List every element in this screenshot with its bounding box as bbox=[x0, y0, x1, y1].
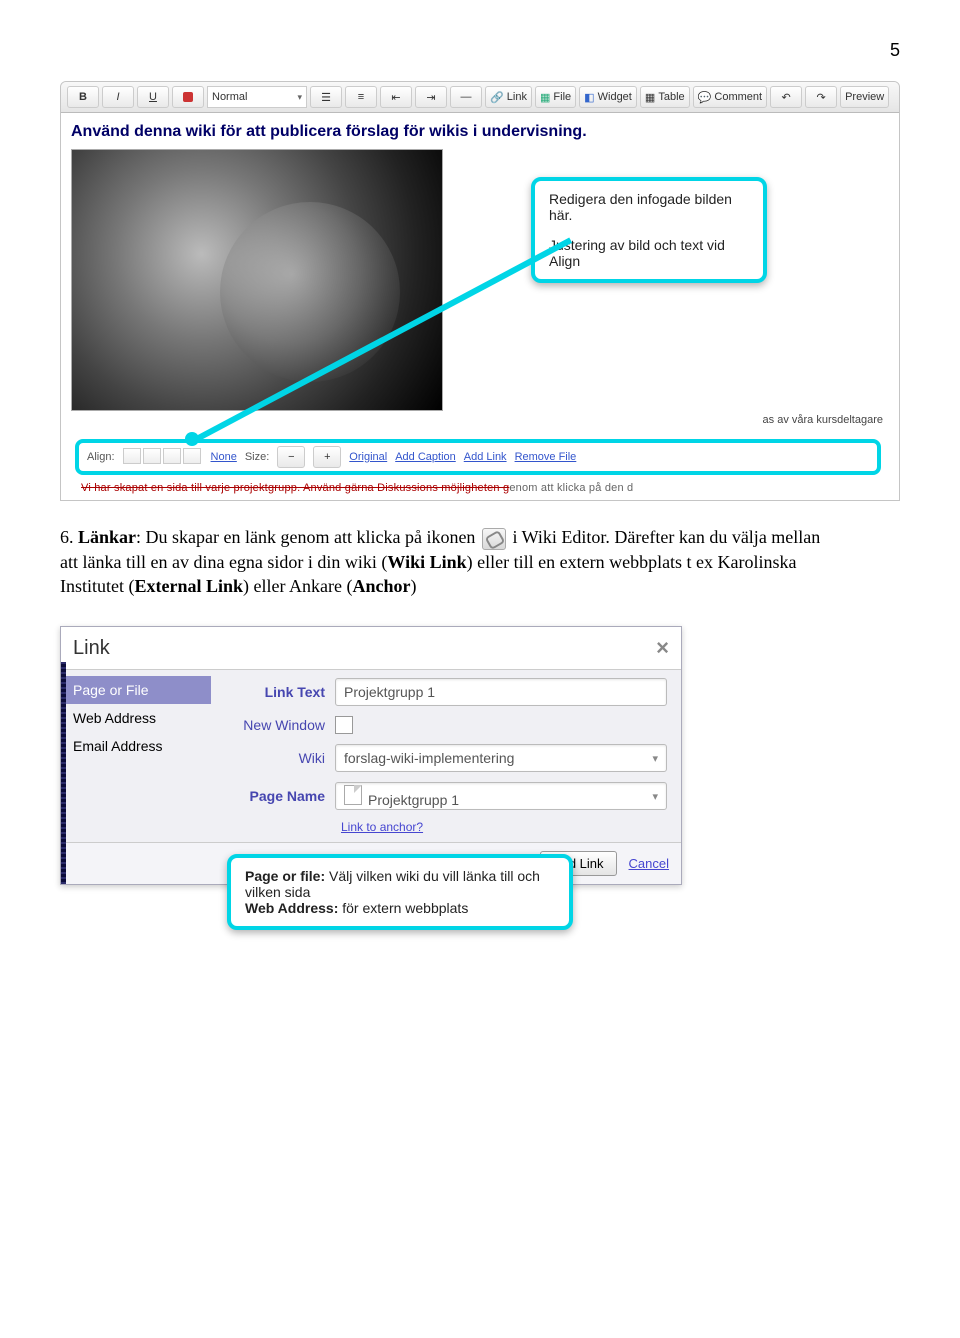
add-caption-link[interactable]: Add Caption bbox=[395, 451, 456, 463]
outdent-button[interactable]: ⇤ bbox=[380, 86, 412, 108]
undo-button[interactable]: ↶ bbox=[770, 86, 802, 108]
size-increase-button[interactable]: + bbox=[313, 446, 341, 468]
dialog-title: Link bbox=[73, 637, 110, 660]
sidebar-item-email-address[interactable]: Email Address bbox=[61, 732, 211, 760]
instruction-paragraph: 6. Länkar: Du skapar en länk genom att k… bbox=[60, 525, 840, 598]
indent-button[interactable]: ⇥ bbox=[415, 86, 447, 108]
comment-button[interactable]: 💬 Comment bbox=[693, 86, 767, 108]
size-label: Size: bbox=[245, 451, 269, 463]
page-number: 5 bbox=[60, 40, 900, 61]
sidebar-item-web-address[interactable]: Web Address bbox=[61, 704, 211, 732]
editor-screenshot: B I U Normal ☰ ≡ ⇤ ⇥ — 🔗 Link ▦ File ◧ W… bbox=[60, 81, 900, 501]
content-heading: Använd denna wiki för att publicera förs… bbox=[71, 123, 889, 141]
new-window-checkbox[interactable] bbox=[335, 716, 353, 734]
cancel-link[interactable]: Cancel bbox=[629, 856, 669, 871]
comment-icon: 💬 bbox=[698, 91, 712, 104]
align-label: Align: bbox=[87, 451, 115, 463]
decorative-strip bbox=[61, 662, 66, 884]
callout-text: Redigera den infogade bilden här. bbox=[549, 191, 749, 223]
bold-button[interactable]: B bbox=[67, 86, 99, 108]
widget-button[interactable]: ◧ Widget bbox=[579, 86, 637, 108]
dialog-sidebar: Page or File Web Address Email Address bbox=[61, 670, 211, 842]
sidebar-item-page-or-file[interactable]: Page or File bbox=[61, 676, 211, 704]
link-icon bbox=[482, 528, 506, 550]
hr-button[interactable]: — bbox=[450, 86, 482, 108]
callout-text: Justering av bild och text vid Align bbox=[549, 237, 749, 269]
editor-body: Använd denna wiki för att publicera förs… bbox=[61, 113, 899, 500]
link-button[interactable]: 🔗 Link bbox=[485, 86, 532, 108]
dialog-form: Link Text Projektgrupp 1 New Window Wiki… bbox=[211, 670, 681, 842]
annotation-callout-dialog: Page or file: Välj vilken wiki du vill l… bbox=[227, 854, 573, 930]
new-window-label: New Window bbox=[215, 717, 325, 733]
link-text-input[interactable]: Projektgrupp 1 bbox=[335, 678, 667, 706]
link-dialog: Link × Page or File Web Address Email Ad… bbox=[60, 626, 682, 885]
editor-toolbar: B I U Normal ☰ ≡ ⇤ ⇥ — 🔗 Link ▦ File ◧ W… bbox=[61, 82, 899, 113]
background-text-fragment: Vi har skapat en sida till varje projekt… bbox=[71, 479, 889, 500]
ordered-list-button[interactable]: ☰ bbox=[310, 86, 342, 108]
size-original[interactable]: Original bbox=[349, 451, 387, 463]
inserted-image[interactable] bbox=[71, 149, 443, 411]
file-button[interactable]: ▦ File bbox=[535, 86, 576, 108]
remove-file-link[interactable]: Remove File bbox=[515, 451, 577, 463]
image-edit-toolbar: Align: None Size: − + Original Add Capti… bbox=[79, 443, 877, 471]
add-link-link[interactable]: Add Link bbox=[464, 451, 507, 463]
page-icon bbox=[344, 785, 362, 805]
text-color-button[interactable] bbox=[172, 86, 204, 108]
page-name-select[interactable]: Projektgrupp 1 bbox=[335, 782, 667, 810]
table-button[interactable]: ▦ Table bbox=[640, 86, 690, 108]
background-text-fragment: as av våra kursdeltagare bbox=[763, 414, 883, 426]
close-icon[interactable]: × bbox=[656, 635, 669, 661]
file-icon: ▦ bbox=[540, 91, 550, 104]
link-to-anchor-link[interactable]: Link to anchor? bbox=[341, 820, 667, 834]
table-icon: ▦ bbox=[645, 91, 655, 104]
page-name-label: Page Name bbox=[215, 788, 325, 804]
align-options[interactable] bbox=[123, 448, 203, 467]
preview-button[interactable]: Preview bbox=[840, 86, 889, 108]
align-none[interactable]: None bbox=[211, 451, 237, 463]
size-decrease-button[interactable]: − bbox=[277, 446, 305, 468]
link-text-label: Link Text bbox=[215, 684, 325, 700]
annotation-callout-image: Redigera den infogade bilden här. Juster… bbox=[531, 177, 767, 283]
widget-icon: ◧ bbox=[584, 91, 594, 104]
redo-button[interactable]: ↷ bbox=[805, 86, 837, 108]
wiki-select[interactable]: forslag-wiki-implementering bbox=[335, 744, 667, 772]
italic-button[interactable]: I bbox=[102, 86, 134, 108]
underline-button[interactable]: U bbox=[137, 86, 169, 108]
wiki-label: Wiki bbox=[215, 750, 325, 766]
link-icon: 🔗 bbox=[490, 91, 504, 104]
callout-pointer-dot bbox=[185, 432, 199, 446]
dialog-header: Link × bbox=[61, 627, 681, 670]
unordered-list-button[interactable]: ≡ bbox=[345, 86, 377, 108]
style-select[interactable]: Normal bbox=[207, 86, 307, 108]
